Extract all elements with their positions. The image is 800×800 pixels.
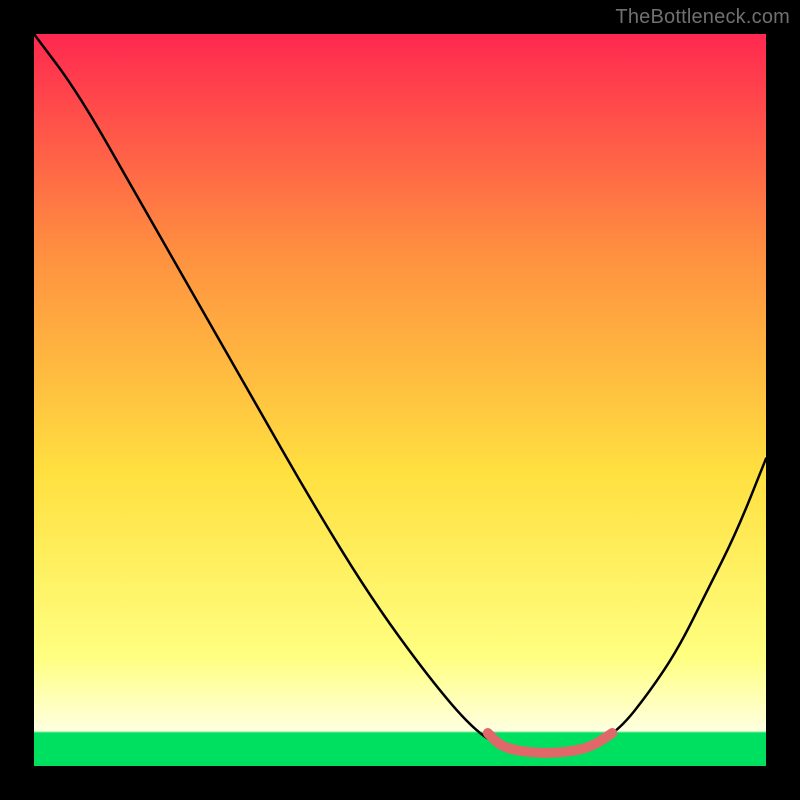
chart-plot-area <box>34 34 766 766</box>
chart-svg <box>34 34 766 766</box>
chart-background <box>34 34 766 766</box>
watermark-text: TheBottleneck.com <box>615 6 790 29</box>
